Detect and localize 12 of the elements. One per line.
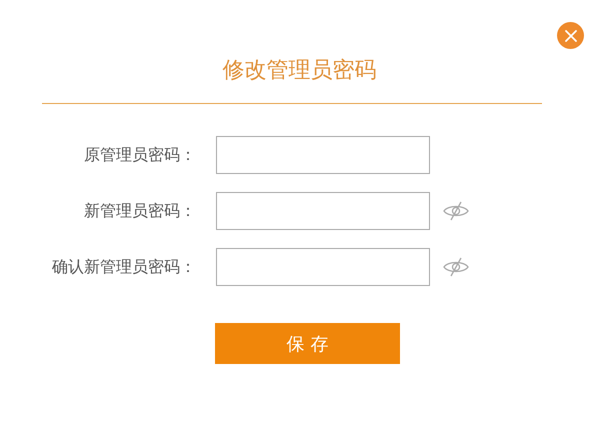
- hidden-eye-icon[interactable]: [443, 256, 469, 278]
- hidden-eye-icon[interactable]: [443, 200, 469, 222]
- field-label: 确认新管理员密码：: [51, 256, 197, 278]
- password-field[interactable]: [216, 192, 430, 230]
- password-field[interactable]: [216, 136, 430, 174]
- field-label: 新管理员密码：: [83, 200, 197, 222]
- save-button[interactable]: 保 存: [215, 323, 400, 364]
- close-button[interactable]: [557, 22, 584, 49]
- close-icon: [564, 28, 578, 42]
- password-field[interactable]: [216, 248, 430, 286]
- dialog-title: 修改管理员密码: [222, 57, 378, 85]
- field-label: 原管理员密码：: [83, 144, 197, 166]
